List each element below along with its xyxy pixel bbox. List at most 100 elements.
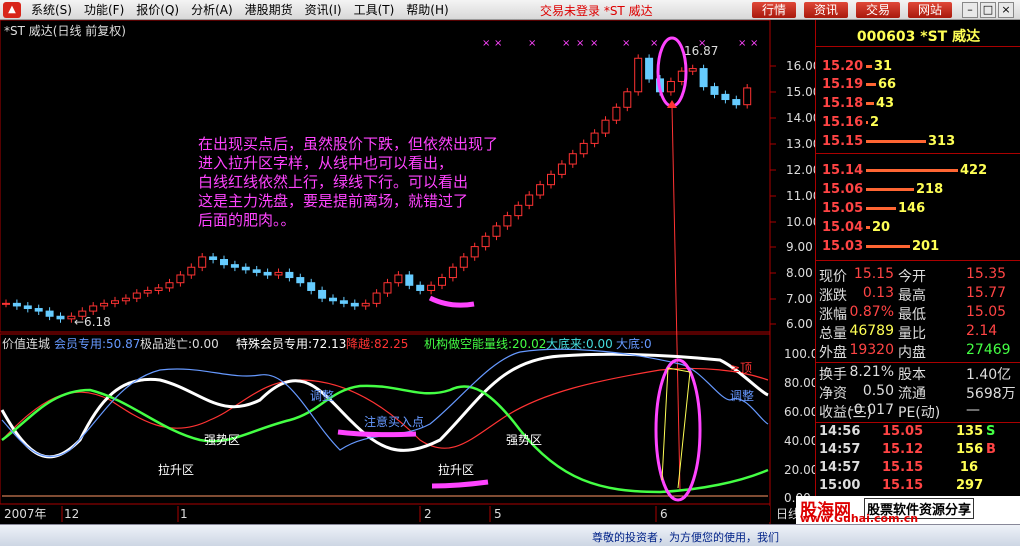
divider: [816, 422, 1020, 423]
candle-body: [427, 284, 436, 291]
quote-row: 涨幅 0.87% 最低 15.05: [816, 304, 1020, 323]
candle-body: [89, 305, 98, 312]
bid-row: 15.14 422: [822, 162, 987, 178]
price-tick-9: 9.00: [786, 240, 813, 254]
tick-side: B: [986, 442, 996, 457]
candle-body: [623, 91, 632, 108]
label-strong-1: 强势区: [204, 433, 240, 447]
close-icon[interactable]: ×: [998, 2, 1014, 18]
quote-value: 19320: [849, 342, 894, 358]
candle-body: [645, 57, 654, 80]
ind-label-1: 会员专用:50.87: [54, 336, 140, 351]
market-button[interactable]: 行情: [752, 2, 796, 18]
candle-body: [568, 153, 577, 165]
bid-price: 15.05: [822, 200, 864, 216]
price-axis-ticks: [770, 65, 776, 325]
quote-label: 换手: [819, 367, 847, 383]
annotation-note: 在出现买点后，虽然股价下跌，但依然出现了 进入拉升区字样，从线中也可以看出， 白…: [198, 135, 499, 229]
price-tick-6: 6.00: [786, 317, 813, 331]
svg-text:×: ×: [494, 38, 502, 49]
ask-price: 15.20: [822, 58, 864, 74]
menu-function[interactable]: 功能(F): [78, 1, 130, 18]
tick-time: 14:56: [819, 424, 861, 439]
quote-row: 换手 8.21% 股本 1.40亿: [816, 364, 1020, 383]
bid-bar: [866, 168, 958, 172]
candle-body: [339, 300, 348, 304]
ind-label-3: 特殊会员专用:72.13: [236, 336, 346, 351]
ask-bar: [866, 82, 876, 86]
label-strong-2: 强势区: [506, 433, 542, 447]
ask-row: 15.15 313: [822, 133, 955, 149]
ind-label-4: 降越:82.25: [346, 337, 408, 351]
tick-row: 14:57 15.12 156 B: [816, 442, 1020, 458]
quote-value: 27469: [966, 342, 1011, 358]
menu-help[interactable]: 帮助(H): [400, 1, 454, 18]
tick-price: 15.12: [882, 442, 924, 457]
menu-info[interactable]: 资讯(I): [299, 1, 348, 18]
maximize-icon[interactable]: □: [980, 2, 996, 18]
ind-label-5: 机构做空能量线:20.02: [424, 336, 546, 351]
minimize-icon[interactable]: –: [962, 2, 978, 18]
white-line-series: [0, 352, 769, 459]
label-adjust-1: 调整: [310, 388, 334, 403]
ind-tick-100: 100.0: [784, 347, 815, 361]
divider: [816, 260, 1020, 261]
candle-body: [732, 99, 741, 106]
ask-volume: 2: [870, 114, 880, 130]
menu-hk-futures[interactable]: 港股期货: [239, 1, 299, 18]
candle-body: [612, 106, 621, 121]
candle-body: [230, 264, 239, 268]
quote-value: 46789: [849, 323, 894, 339]
website-button[interactable]: 网站: [908, 2, 952, 18]
tick-time: 14:57: [819, 460, 861, 475]
candle-body: [34, 308, 43, 312]
status-bar: 尊敬的投资者，为方便您的使用，我们: [0, 524, 1020, 546]
candle-body: [45, 310, 54, 317]
quote-label: 最高: [898, 288, 926, 304]
ask-volume: 313: [928, 133, 956, 149]
quote-label: 流通: [898, 386, 926, 402]
tick-volume: 16: [959, 460, 978, 475]
bid-volume: 218: [916, 181, 944, 197]
quote-value: —: [966, 402, 980, 418]
chart-title: *ST 威达(日线 前复权): [4, 23, 126, 38]
candle-body: [361, 302, 370, 307]
candle-body: [416, 284, 425, 291]
menu-bar: ▲ 系统(S) 功能(F) 报价(Q) 分析(A) 港股期货 资讯(I) 工具(…: [0, 0, 1020, 20]
price-axis: 16.00 15.00 14.00 13.00 12.00 11.00 10.0…: [786, 59, 815, 331]
app-logo-icon: ▲: [3, 1, 21, 18]
high-price-label: 16.87: [684, 44, 718, 58]
menu-system[interactable]: 系统(S): [25, 1, 78, 18]
ask-row: 15.16 2: [822, 114, 879, 130]
candle-body: [318, 289, 327, 299]
bid-volume: 146: [898, 200, 926, 216]
chart-area[interactable]: *ST 威达(日线 前复权) 16.00 15.00 14.00 13.00 1…: [0, 20, 815, 524]
candle-body: [372, 292, 381, 304]
quote-value: 1.40亿: [966, 367, 1012, 383]
menu-analysis[interactable]: 分析(A): [185, 1, 239, 18]
highlight-stroke-rise: [431, 479, 489, 489]
trade-button[interactable]: 交易: [856, 2, 900, 18]
news-button[interactable]: 资讯: [804, 2, 848, 18]
ind-label-0: 价值连城: [2, 336, 50, 351]
candle-body: [699, 68, 708, 88]
label-buy-point: 注意买入点: [364, 414, 424, 429]
candle-body: [721, 93, 730, 101]
price-tick-13: 13.00: [786, 137, 815, 151]
tick-price: 15.15: [882, 460, 924, 475]
candle-body: [143, 289, 152, 294]
candle-body: [176, 274, 185, 284]
menu-quote[interactable]: 报价(Q): [130, 1, 185, 18]
ind-label-2: 极品逃亡:0.00: [140, 337, 219, 351]
candle-body: [547, 173, 555, 186]
candle-body: [307, 282, 316, 291]
menu-tools[interactable]: 工具(T): [348, 1, 401, 18]
quote-row: 外盘 19320 内盘 27469: [816, 342, 1020, 361]
quote-label: 现价: [819, 269, 847, 285]
price-tick-7: 7.00: [786, 292, 813, 306]
ind-tick-40: 40.00: [784, 434, 815, 448]
ask-bar: [866, 139, 926, 143]
candle-body: [470, 246, 479, 258]
candle-body: [557, 163, 566, 175]
candle-body: [285, 271, 294, 279]
